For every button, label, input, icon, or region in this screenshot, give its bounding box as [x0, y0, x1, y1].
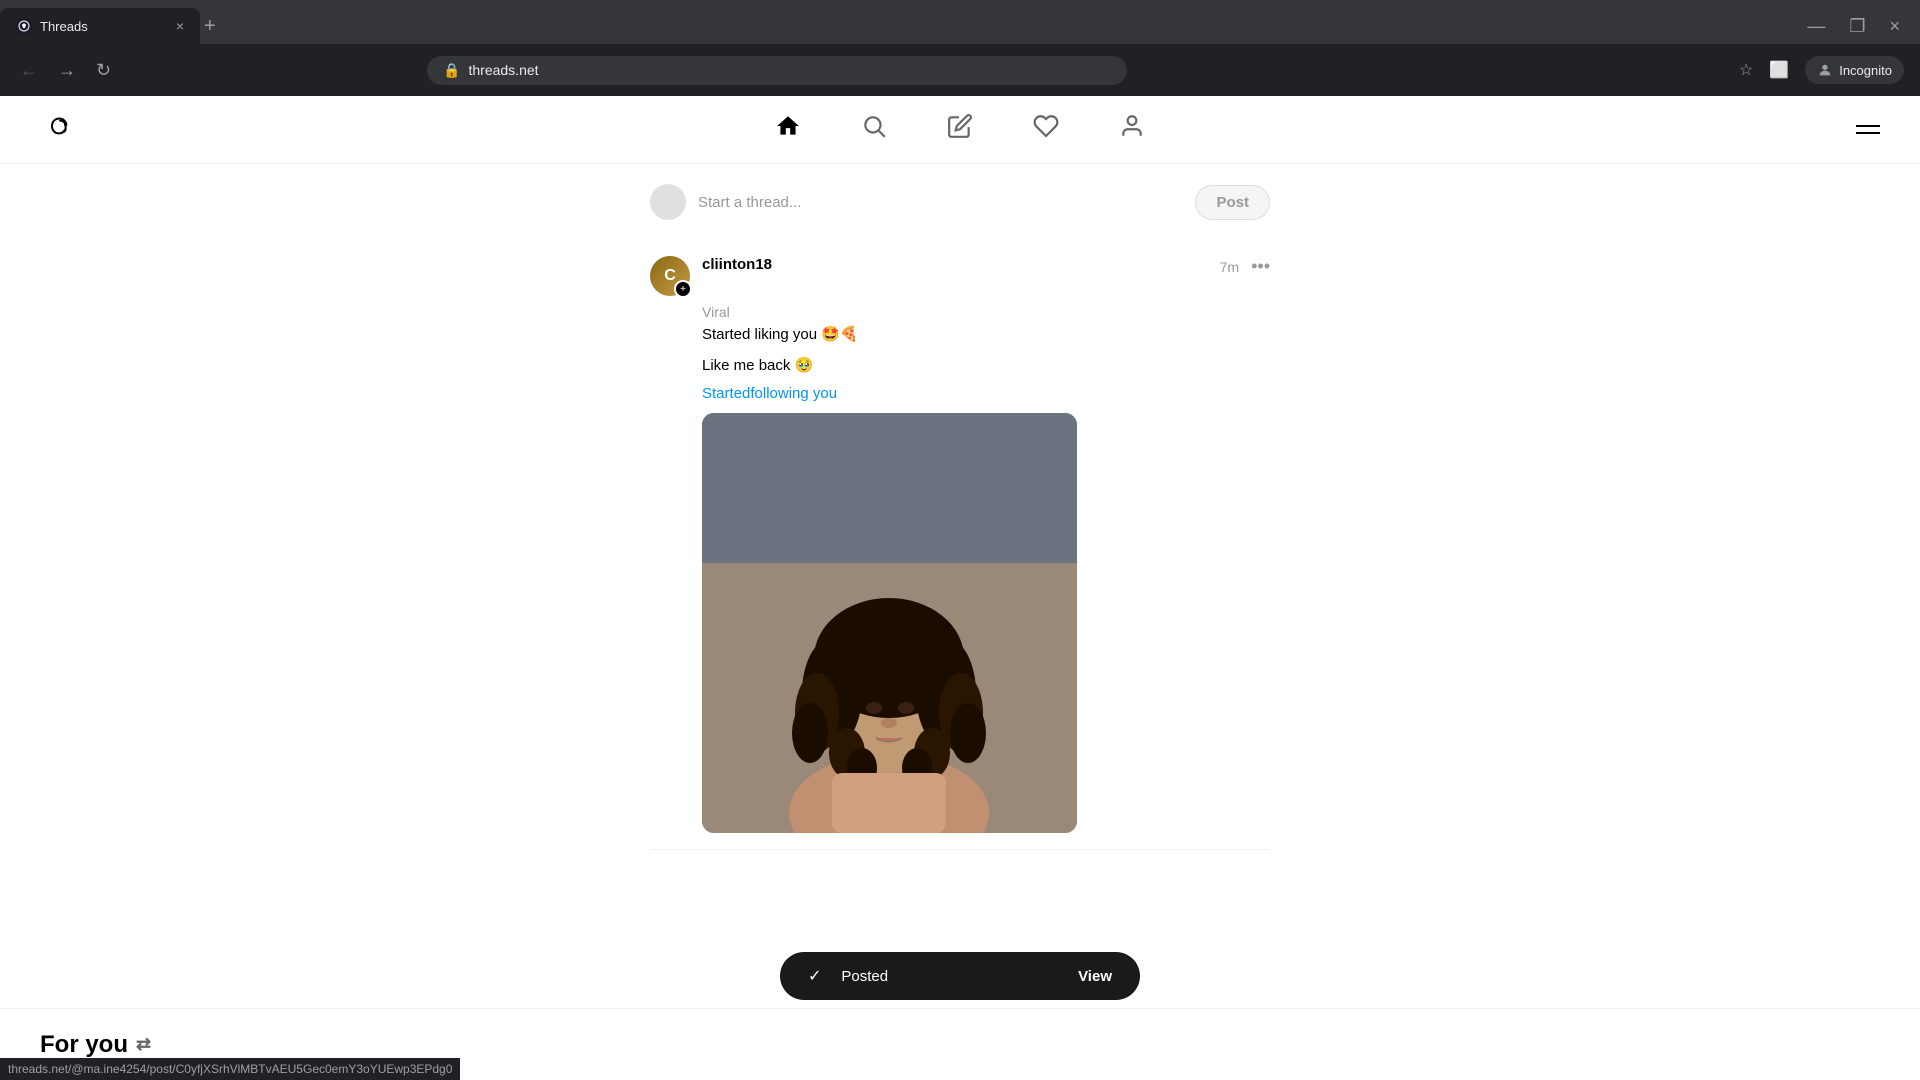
view-button[interactable]: View: [1078, 968, 1112, 985]
profile-nav-icon[interactable]: [1119, 113, 1145, 146]
post-avatar-wrap: C +: [650, 256, 690, 296]
new-tab-button[interactable]: +: [204, 15, 216, 38]
compose-nav-icon[interactable]: [947, 113, 973, 146]
extensions-icon[interactable]: ⬜: [1769, 60, 1789, 80]
back-button[interactable]: ←: [16, 56, 42, 85]
post-header-right: 7m •••: [1220, 256, 1270, 277]
top-navigation: [0, 96, 1920, 164]
active-tab[interactable]: Threads ×: [0, 8, 200, 44]
forward-button[interactable]: →: [54, 56, 80, 85]
main-feed: Start a thread... Post C + cliinton18 7m: [0, 164, 1920, 1080]
address-bar: ← → ↻ 🔒 threads.net ☆ ⬜ Incognito: [0, 44, 1920, 96]
post-image[interactable]: [702, 413, 1077, 833]
thread-post: C + cliinton18 7m ••• Viral Started liki…: [650, 240, 1270, 850]
thread-composer: Start a thread... Post: [650, 184, 1270, 220]
post-image-content: [702, 413, 1077, 833]
browser-chrome: Threads × + — ❐ × ← → ↻ 🔒 threads.net ☆ …: [0, 0, 1920, 96]
refresh-feed-icon[interactable]: ⇄: [136, 1034, 151, 1055]
home-nav-icon[interactable]: [775, 113, 801, 146]
search-nav-icon[interactable]: [861, 113, 887, 146]
post-text-line1: Started liking you 🤩🍕: [702, 324, 1270, 347]
post-options-button[interactable]: •••: [1251, 256, 1270, 277]
post-text-line2: Like me back 🥹: [702, 355, 1270, 378]
post-label: Viral: [702, 304, 1270, 320]
close-button[interactable]: ×: [1877, 12, 1912, 41]
lock-icon: 🔒: [443, 62, 460, 79]
restore-button[interactable]: ❐: [1837, 12, 1877, 41]
post-time: 7m: [1220, 259, 1239, 275]
threads-logo[interactable]: [40, 107, 80, 152]
refresh-button[interactable]: ↻: [92, 56, 115, 85]
post-link[interactable]: Startedfollowing you: [702, 385, 837, 402]
posted-notification-bar: ✓ Posted View: [780, 952, 1140, 1000]
bookmark-icon[interactable]: ☆: [1739, 60, 1753, 80]
window-controls: — ❐ ×: [1795, 12, 1920, 41]
for-you-label: For you: [40, 1031, 128, 1059]
menu-button[interactable]: [1856, 125, 1880, 134]
tab-close-button[interactable]: ×: [176, 18, 184, 34]
minimize-button[interactable]: —: [1795, 12, 1837, 41]
activity-nav-icon[interactable]: [1033, 113, 1059, 146]
incognito-button[interactable]: Incognito: [1805, 56, 1904, 84]
follow-badge[interactable]: +: [674, 280, 692, 298]
status-bar-url: threads.net/@ma.ine4254/post/C0yfjXSrhVl…: [0, 1058, 460, 1080]
address-right-controls: ☆ ⬜ Incognito: [1739, 56, 1904, 84]
for-you-section[interactable]: For you ⇄: [40, 1031, 151, 1059]
post-button[interactable]: Post: [1195, 185, 1270, 220]
post-meta: cliinton18: [702, 256, 1208, 274]
post-header: C + cliinton18 7m •••: [650, 256, 1270, 296]
composer-avatar: [650, 184, 686, 220]
nav-icons-group: [775, 113, 1145, 146]
composer-input[interactable]: Start a thread...: [698, 194, 1183, 211]
posted-label: Posted: [841, 968, 1058, 985]
posted-check-icon: ✓: [808, 966, 821, 986]
page-content: Start a thread... Post C + cliinton18 7m: [0, 96, 1920, 1080]
address-url: threads.net: [468, 62, 538, 78]
address-input-bar[interactable]: 🔒 threads.net: [427, 56, 1127, 85]
post-username[interactable]: cliinton18: [702, 256, 772, 273]
tab-favicon: [16, 18, 32, 34]
incognito-label: Incognito: [1839, 63, 1892, 78]
tab-title: Threads: [40, 19, 168, 34]
post-content: Started liking you 🤩🍕 Like me back 🥹 Sta…: [702, 324, 1270, 833]
tab-bar: Threads × + — ❐ ×: [0, 0, 1920, 44]
